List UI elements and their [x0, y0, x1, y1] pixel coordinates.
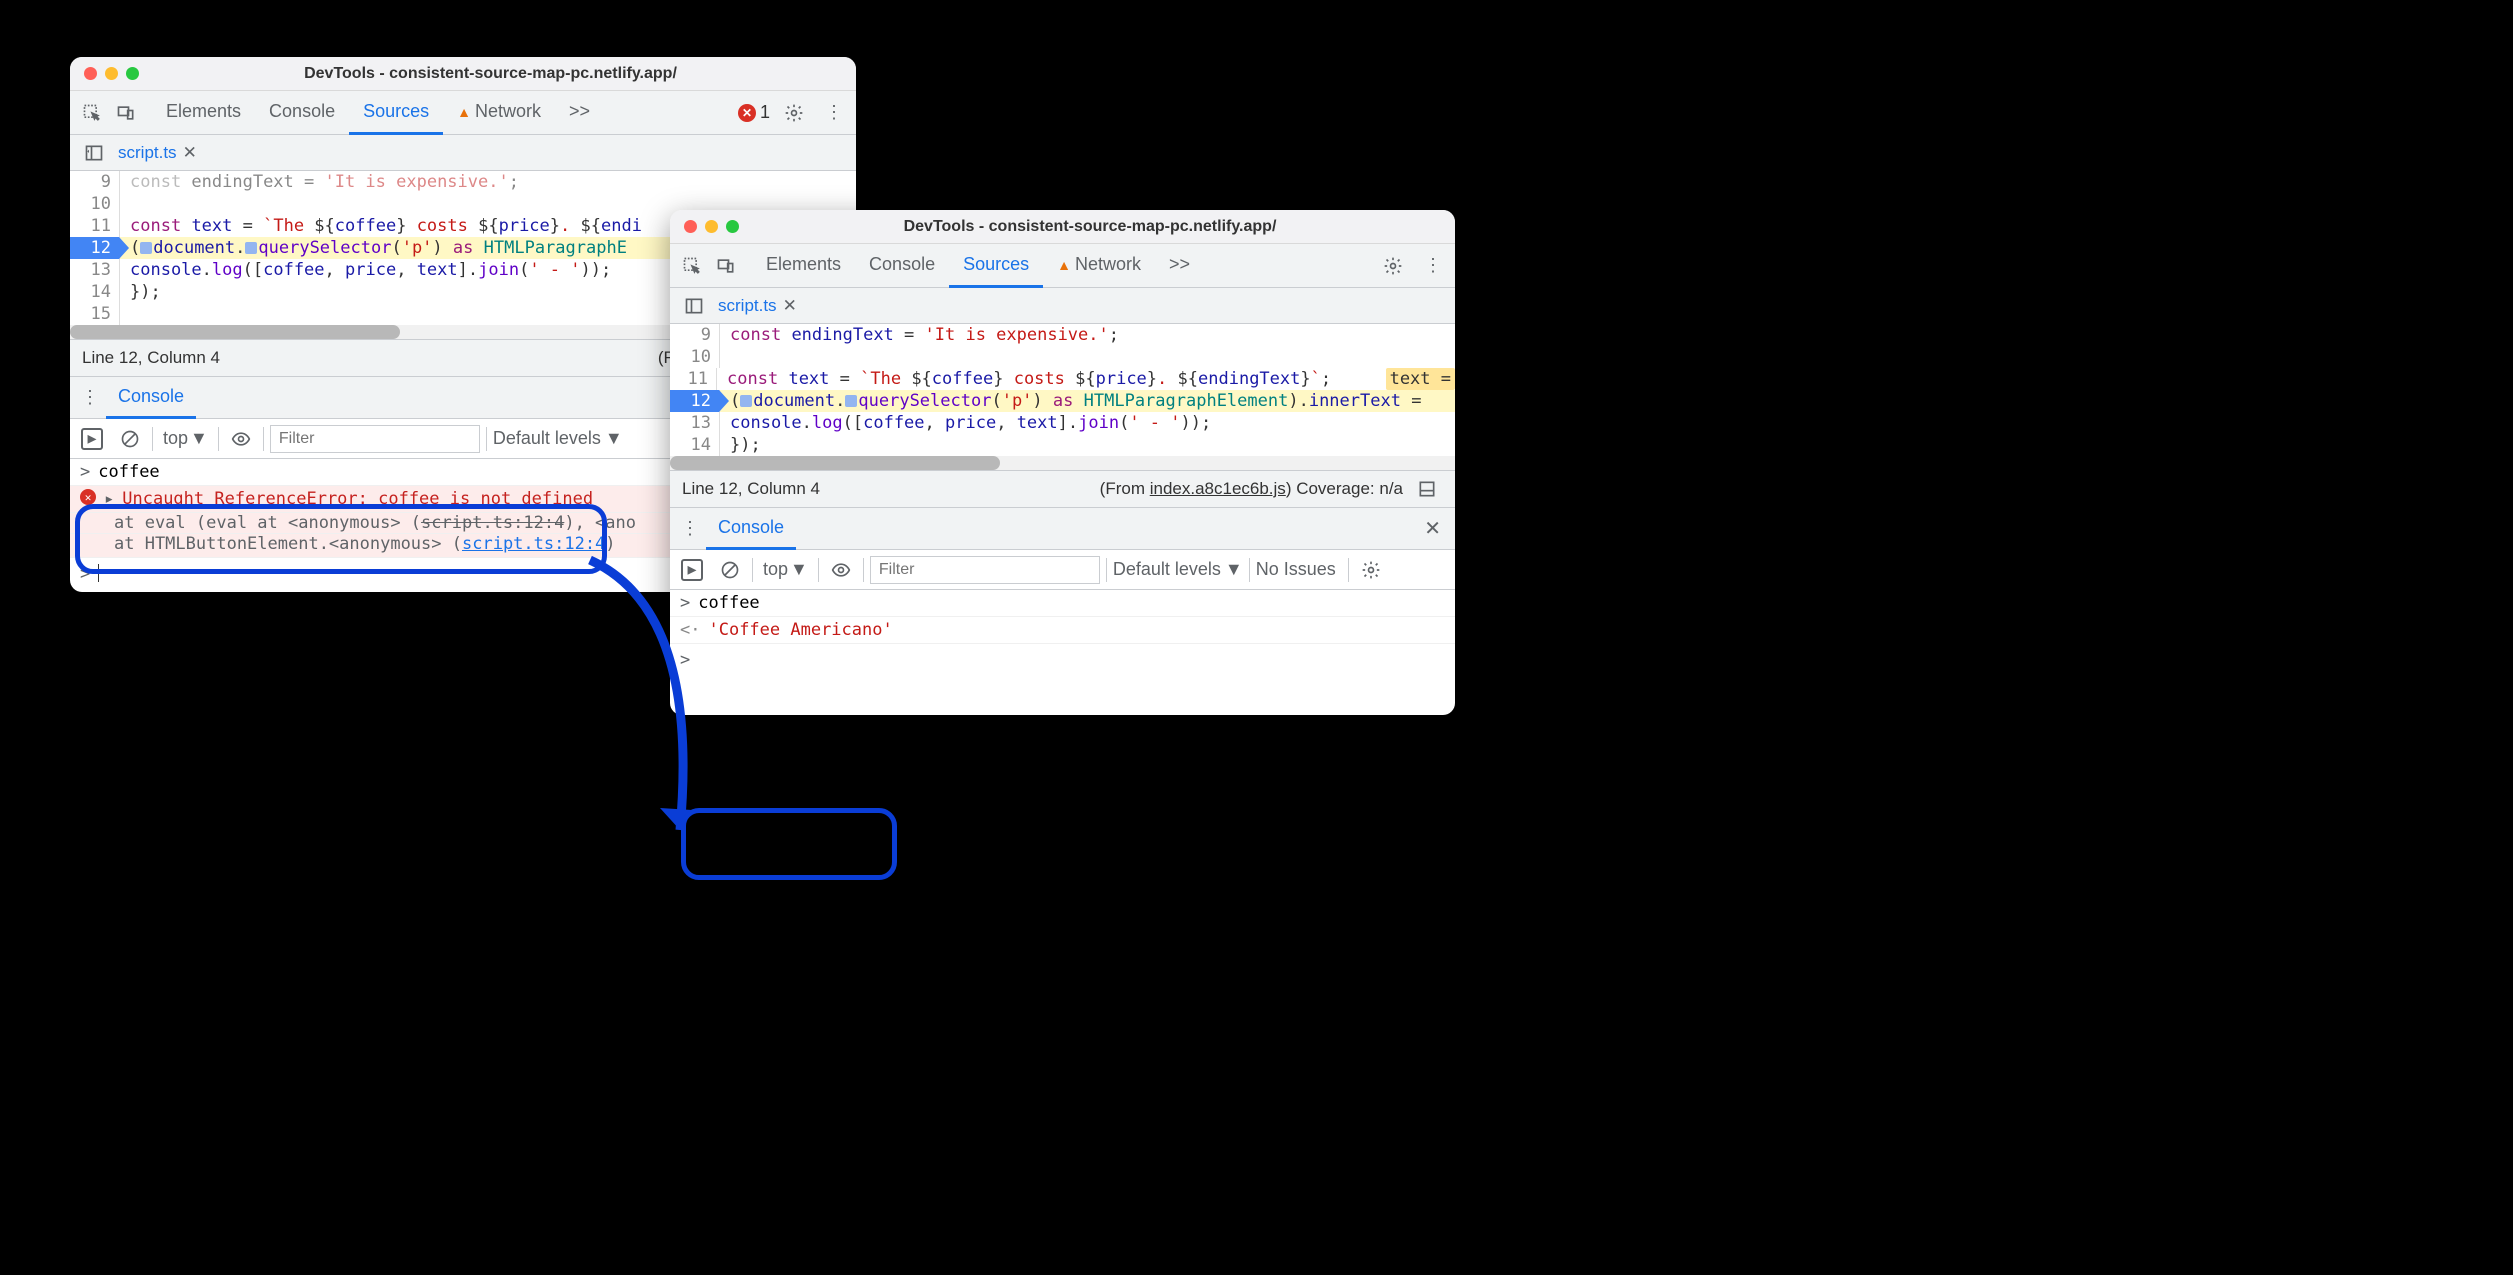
horizontal-scrollbar[interactable] [670, 456, 1455, 470]
more-menu-icon[interactable]: ⋮ [818, 97, 850, 129]
navigator-toggle-icon[interactable] [678, 290, 710, 322]
tab-console[interactable]: Console [855, 243, 949, 288]
console-body: > coffee <· 'Coffee Americano' > [670, 590, 1455, 676]
tab-more[interactable]: >> [555, 90, 604, 135]
file-tab-bar: script.ts ✕ [670, 288, 1455, 324]
tab-sources[interactable]: Sources [949, 243, 1043, 288]
stack-link[interactable]: script.ts:12:4 [421, 513, 564, 533]
minimize-icon[interactable] [105, 67, 118, 80]
filter-input[interactable] [270, 425, 480, 453]
console-toolbar: ▸ top ▼ Default levels ▼ No Issues [670, 550, 1455, 590]
cursor-position: Line 12, Column 4 [682, 479, 820, 499]
settings-icon[interactable] [1377, 250, 1409, 282]
inspect-icon[interactable] [76, 97, 108, 129]
drawer-more-icon[interactable]: ⋮ [74, 382, 106, 414]
console-prompt[interactable]: > [670, 644, 1455, 676]
error-count-badge[interactable]: ✕ 1 [738, 102, 770, 123]
drawer-more-icon[interactable]: ⋮ [674, 513, 706, 545]
live-expression-icon[interactable] [825, 554, 857, 586]
file-tab-script[interactable]: script.ts ✕ [718, 296, 797, 316]
drawer-tab-console[interactable]: Console [106, 376, 196, 419]
devtools-window-after: DevTools - consistent-source-map-pc.netl… [670, 210, 1455, 715]
code-editor[interactable]: 9const endingText = 'It is expensive.'; … [670, 324, 1455, 456]
cursor-position: Line 12, Column 4 [82, 348, 220, 368]
tab-elements[interactable]: Elements [752, 243, 855, 288]
sidebar-toggle-icon[interactable]: ▸ [76, 423, 108, 455]
file-tab-script[interactable]: script.ts ✕ [118, 143, 197, 163]
close-icon[interactable] [84, 67, 97, 80]
close-icon[interactable] [684, 220, 697, 233]
clear-console-icon[interactable] [114, 423, 146, 455]
error-icon: ✕ [80, 489, 96, 505]
inspect-icon[interactable] [676, 250, 708, 282]
tab-more[interactable]: >> [1155, 243, 1204, 288]
drawer-tab-bar: ⋮ Console ✕ [670, 508, 1455, 550]
arrow-icon [560, 550, 740, 860]
issues-label[interactable]: No Issues [1256, 559, 1336, 580]
live-expression-icon[interactable] [225, 423, 257, 455]
console-output-line: <· 'Coffee Americano' [670, 617, 1455, 644]
coverage-collapse-icon[interactable] [1411, 473, 1443, 505]
tab-console[interactable]: Console [255, 90, 349, 135]
main-toolbar: Elements Console Sources Network >> ✕ 1 … [70, 91, 856, 135]
file-tab-bar: script.ts ✕ [70, 135, 856, 171]
error-icon: ✕ [738, 104, 756, 122]
more-menu-icon[interactable]: ⋮ [1417, 250, 1449, 282]
window-title: DevTools - consistent-source-map-pc.netl… [739, 218, 1441, 236]
maximize-icon[interactable] [726, 220, 739, 233]
navigator-toggle-icon[interactable] [78, 137, 110, 169]
sourcemap-link[interactable]: index.a8c1ec6b.js [1150, 479, 1286, 498]
input-chevron-icon: > [80, 462, 90, 482]
settings-icon[interactable] [778, 97, 810, 129]
console-input-line: > coffee [670, 590, 1455, 617]
titlebar: DevTools - consistent-source-map-pc.netl… [70, 57, 856, 91]
tab-network[interactable]: Network [443, 90, 555, 135]
main-toolbar: Elements Console Sources Network >> ⋮ [670, 244, 1455, 288]
expand-chevron-icon[interactable]: ▸ [104, 489, 114, 509]
device-toggle-icon[interactable] [710, 250, 742, 282]
tab-network[interactable]: Network [1043, 243, 1155, 288]
close-tab-icon[interactable]: ✕ [183, 143, 197, 163]
levels-selector[interactable]: Default levels ▼ [493, 428, 623, 449]
cursor [98, 564, 99, 582]
drawer-tab-console[interactable]: Console [706, 507, 796, 550]
titlebar: DevTools - consistent-source-map-pc.netl… [670, 210, 1455, 244]
drawer-close-icon[interactable]: ✕ [1414, 516, 1451, 541]
inline-value-chip: text = [1386, 368, 1455, 390]
context-selector[interactable]: top ▼ [759, 557, 812, 582]
prompt-chevron-icon: > [80, 564, 90, 584]
tab-elements[interactable]: Elements [152, 90, 255, 135]
tab-sources[interactable]: Sources [349, 90, 443, 135]
close-tab-icon[interactable]: ✕ [783, 296, 797, 316]
levels-selector[interactable]: Default levels ▼ [1113, 559, 1243, 580]
maximize-icon[interactable] [126, 67, 139, 80]
minimize-icon[interactable] [705, 220, 718, 233]
context-selector[interactable]: top ▼ [159, 426, 212, 451]
status-bar: Line 12, Column 4 (From index.a8c1ec6b.j… [670, 470, 1455, 508]
device-toggle-icon[interactable] [110, 97, 142, 129]
window-title: DevTools - consistent-source-map-pc.netl… [139, 65, 842, 83]
filter-input[interactable] [870, 556, 1100, 584]
sourcemap-origin: (From index.a8c1ec6b.js) Coverage: n/a [1100, 479, 1403, 499]
console-settings-icon[interactable] [1355, 554, 1387, 586]
